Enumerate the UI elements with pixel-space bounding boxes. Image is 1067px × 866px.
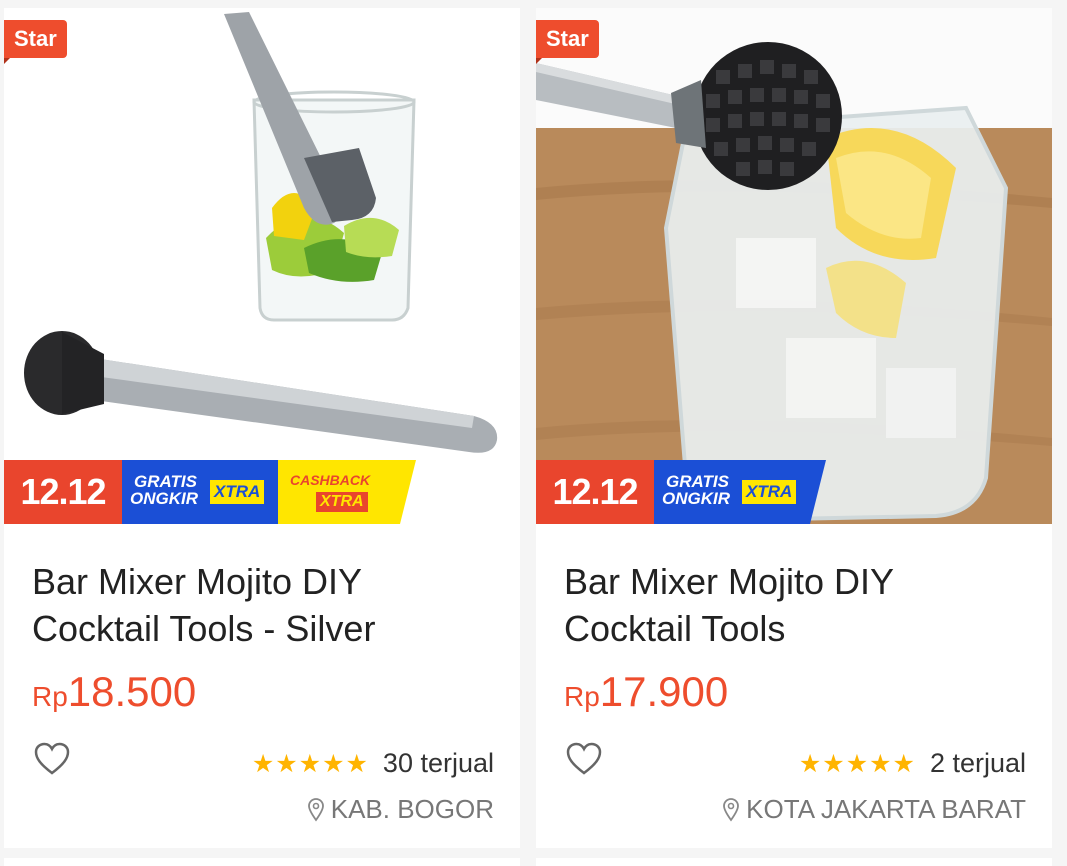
product-price: Rp17.900 [564, 668, 728, 716]
promo-event-label: 12.12 [4, 460, 122, 524]
free-shipping-badge: GRATIS ONGKIR XTRA [122, 460, 278, 524]
free-shipping-text-2: ONGKIR [130, 489, 198, 508]
free-shipping-text-1: GRATIS [666, 472, 729, 491]
product-grid: Star 12.12 GRATIS ONGKIR XTRA CASHBACK X… [0, 0, 1067, 866]
seller-location: KOTA JAKARTA BARAT [746, 794, 1026, 824]
free-shipping-text-2: ONGKIR [662, 489, 730, 508]
product-title[interactable]: Bar Mixer Mojito DIY Cocktail Tools - Si… [32, 558, 492, 652]
location-row: KOTA JAKARTA BARAT [722, 794, 1026, 825]
price-amount: 17.900 [599, 668, 729, 715]
free-shipping-text-1: GRATIS [134, 472, 197, 491]
promo-event-label: 12.12 [536, 460, 654, 524]
next-card-edge [536, 858, 1052, 866]
product-image[interactable] [536, 8, 1052, 524]
promo-banner: 12.12 GRATIS ONGKIR XTRA [536, 460, 826, 524]
product-photo-muddler-glass [4, 8, 520, 524]
sold-count: 2 terjual [929, 748, 1026, 778]
star-badge: Star [536, 20, 599, 64]
rating-row: ★★★★★ 2 terjual [799, 748, 1026, 779]
next-card-edge [4, 858, 520, 866]
star-badge: Star [4, 20, 67, 64]
seller-location: KAB. BOGOR [330, 794, 494, 824]
location-pin-icon [307, 797, 324, 822]
product-card[interactable]: Star 12.12 GRATIS ONGKIR XTRA CASHBACK X… [4, 8, 520, 848]
star-rating-icons: ★★★★★ [251, 749, 369, 778]
price-amount: 18.500 [67, 668, 197, 715]
promo-banner: 12.12 GRATIS ONGKIR XTRA CASHBACK XTRA [4, 460, 416, 524]
product-price: Rp18.500 [32, 668, 196, 716]
rating-row: ★★★★★ 30 terjual [252, 748, 494, 779]
price-currency: Rp [564, 681, 600, 712]
product-card[interactable]: Star 12.12 GRATIS ONGKIR XTRA Bar Mixer … [536, 8, 1052, 848]
sold-count: 30 terjual [382, 748, 494, 778]
location-pin-icon [723, 797, 740, 822]
xtra-label: XTRA [742, 480, 797, 504]
cashback-text: CASHBACK [290, 472, 371, 488]
heart-outline-icon[interactable] [566, 742, 602, 776]
promo-banner-tail [400, 460, 416, 524]
heart-outline-icon[interactable] [34, 742, 70, 776]
star-rating-icons: ★★★★★ [798, 749, 916, 778]
location-row: KAB. BOGOR [307, 794, 494, 825]
product-image[interactable] [4, 8, 520, 524]
price-currency: Rp [32, 681, 68, 712]
free-shipping-badge: GRATIS ONGKIR XTRA [654, 460, 810, 524]
cashback-xtra-label: XTRA [316, 492, 368, 512]
promo-banner-tail [810, 460, 826, 524]
cashback-badge: CASHBACK XTRA [278, 460, 400, 524]
product-title[interactable]: Bar Mixer Mojito DIY Cocktail Tools [564, 558, 1024, 652]
xtra-label: XTRA [210, 480, 265, 504]
product-photo-muddler-in-glass [536, 8, 1052, 524]
